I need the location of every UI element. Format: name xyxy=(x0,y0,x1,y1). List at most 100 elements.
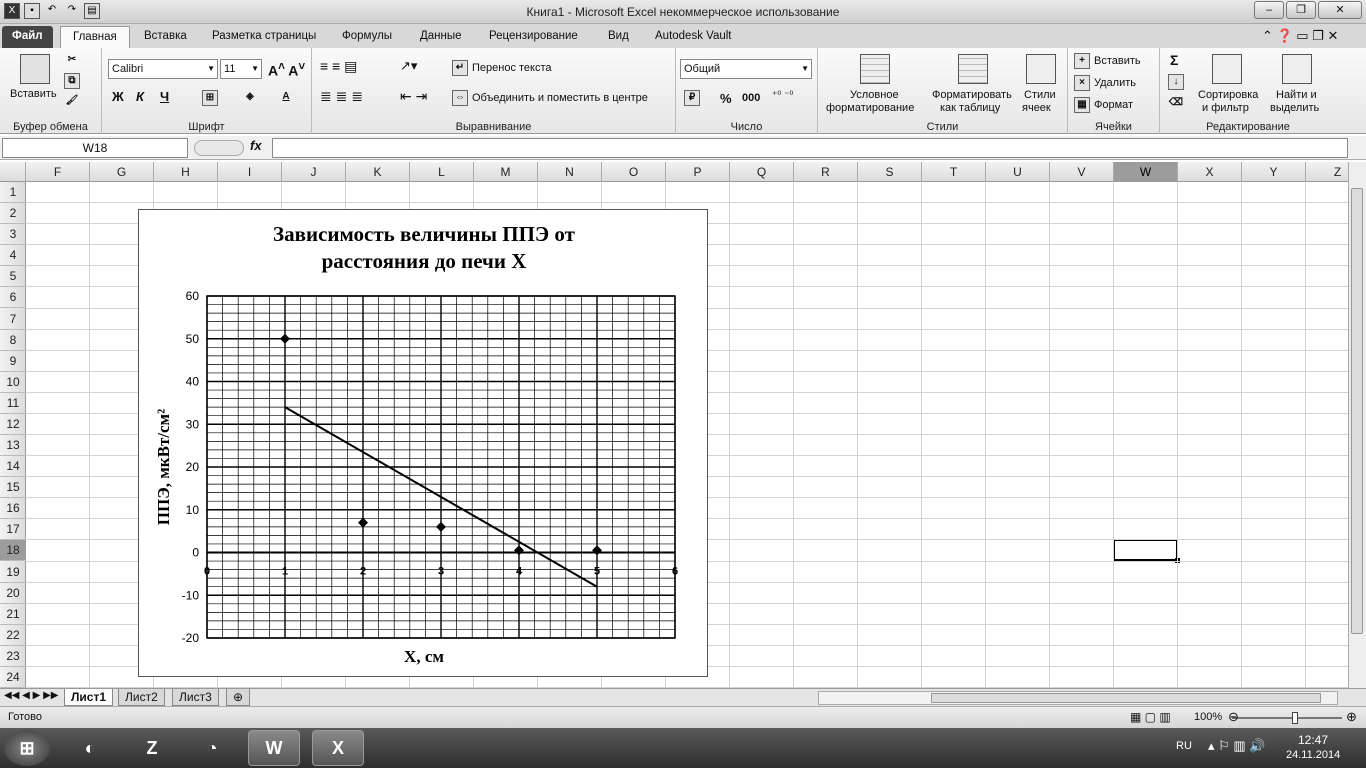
tab-view[interactable]: Вид xyxy=(606,26,631,48)
row-header[interactable]: 21 xyxy=(0,604,26,625)
fill-color-icon[interactable]: ◈ xyxy=(242,90,258,106)
format-cells-button[interactable]: Формат xyxy=(1094,99,1133,111)
underline-button[interactable]: Ч xyxy=(160,89,169,104)
row-header[interactable]: 14 xyxy=(0,456,26,478)
column-header[interactable]: N xyxy=(538,162,602,182)
excel-logo-icon[interactable]: X xyxy=(4,3,20,19)
tab-autodesk-vault[interactable]: Autodesk Vault xyxy=(653,26,734,48)
paste-button[interactable]: Вставить xyxy=(10,88,57,100)
zoom-slider-thumb[interactable] xyxy=(1292,712,1298,724)
insert-cells-button[interactable]: Вставить xyxy=(1094,55,1141,67)
tab-insert[interactable]: Вставка xyxy=(142,26,189,48)
zoom-in-icon[interactable]: ⊕ xyxy=(1346,709,1357,725)
name-box[interactable]: W18 xyxy=(2,138,188,158)
tray-icons[interactable]: ▴ ⚐ ▥ 🔊 xyxy=(1208,738,1265,754)
row-header[interactable]: 15 xyxy=(0,477,26,499)
row-header[interactable]: 13 xyxy=(0,435,26,457)
sort-filter-icon[interactable] xyxy=(1212,54,1242,84)
row-header[interactable]: 10 xyxy=(0,372,26,393)
row-header[interactable]: 12 xyxy=(0,414,26,435)
formula-input[interactable] xyxy=(272,138,1348,158)
chart[interactable]: -20 -10 0 10 20 30 40 50 60 0 1 2 3 4 5 6 Зависимость ве… xyxy=(138,209,708,677)
font-name-select[interactable]: Calibri ▼ xyxy=(108,59,218,79)
conditional-formatting-label-1[interactable]: Условное xyxy=(850,89,899,101)
font-size-select[interactable]: 11 ▼ xyxy=(220,59,262,79)
word-taskbar-icon[interactable]: W xyxy=(248,730,300,766)
start-button-icon[interactable]: ⊞ xyxy=(4,730,50,766)
column-header[interactable]: U xyxy=(986,162,1050,182)
column-header[interactable]: R xyxy=(794,162,858,182)
language-indicator[interactable]: RU xyxy=(1176,740,1192,752)
redo-icon[interactable]: ↷ xyxy=(64,3,80,19)
sort-filter-label-1[interactable]: Сортировка xyxy=(1198,89,1258,101)
row-header[interactable]: 7 xyxy=(0,309,26,330)
wrap-text-button[interactable]: Перенос текста xyxy=(472,62,552,74)
row-header[interactable]: 18 xyxy=(0,540,26,562)
font-color-icon[interactable]: A xyxy=(278,90,294,106)
close-button[interactable]: ✕ xyxy=(1318,1,1362,19)
column-header[interactable]: F xyxy=(26,162,90,182)
find-select-label-2[interactable]: выделить xyxy=(1270,102,1319,114)
column-header[interactable]: L xyxy=(410,162,474,182)
maximize-button[interactable]: ❐ xyxy=(1286,1,1316,19)
row-header[interactable]: 2 xyxy=(0,203,26,225)
row-header[interactable]: 1 xyxy=(0,182,26,204)
zoom-level[interactable]: 100% xyxy=(1194,711,1222,723)
save-icon[interactable]: ▪ xyxy=(24,3,40,19)
cell-styles-label-2[interactable]: ячеек xyxy=(1022,102,1051,114)
column-header[interactable]: T xyxy=(922,162,986,182)
column-header[interactable]: Y xyxy=(1242,162,1306,182)
view-buttons-icon[interactable]: ▦ ▢ ▥ xyxy=(1130,710,1171,724)
format-table-label-1[interactable]: Форматировать xyxy=(932,89,1012,101)
tab-review[interactable]: Рецензирование xyxy=(487,26,580,48)
clock-date[interactable]: 24.11.2014 xyxy=(1286,749,1340,761)
selected-cell[interactable] xyxy=(1113,539,1180,564)
signal-app-icon[interactable]: ◔ xyxy=(186,730,238,766)
currency-icon[interactable]: ₽ xyxy=(684,90,700,106)
borders-icon[interactable]: ⊞ xyxy=(202,90,218,106)
insert-cells-icon[interactable]: + xyxy=(1074,53,1090,69)
vertical-scrollbar[interactable] xyxy=(1348,162,1366,688)
cell-styles-icon[interactable] xyxy=(1026,54,1056,84)
format-table-label-2[interactable]: как таблицу xyxy=(940,102,1000,114)
decimal-icon[interactable]: ⁺⁰ ⁻⁰ xyxy=(772,90,793,101)
cell-styles-label-1[interactable]: Стили xyxy=(1024,89,1056,101)
row-header[interactable]: 6 xyxy=(0,287,26,309)
tab-file[interactable]: Файл xyxy=(2,26,53,48)
format-table-icon[interactable] xyxy=(958,54,988,84)
row-header[interactable]: 11 xyxy=(0,393,26,414)
conditional-formatting-label-2[interactable]: форматирование xyxy=(826,102,914,114)
column-header[interactable]: Q xyxy=(730,162,794,182)
tab-home[interactable]: Главная xyxy=(60,26,130,48)
z-app-icon[interactable]: Z xyxy=(126,730,178,766)
clear-icon[interactable]: ⌫ xyxy=(1168,96,1184,112)
insert-function-button[interactable]: fx xyxy=(250,138,262,153)
copy-icon[interactable]: ⧉ xyxy=(64,73,80,89)
minimize-button[interactable]: – xyxy=(1254,1,1284,19)
row-header[interactable]: 3 xyxy=(0,224,26,246)
help-icon[interactable]: ⌃ ❓ ▭ ❐ ✕ xyxy=(1262,28,1338,44)
thousands-button[interactable]: 000 xyxy=(742,92,760,104)
column-header[interactable]: S xyxy=(858,162,922,182)
conditional-formatting-icon[interactable] xyxy=(860,54,890,84)
align-left-icon[interactable]: ≣ ≣ ≣ xyxy=(320,88,363,105)
indent-icon[interactable]: ⇤ ⇥ xyxy=(400,88,427,105)
column-header[interactable]: M xyxy=(474,162,538,182)
orientation-icon[interactable]: ↗▾ xyxy=(400,58,417,74)
vertical-scroll-thumb[interactable] xyxy=(1351,188,1363,634)
browser-icon[interactable]: ◐ xyxy=(64,730,116,766)
horizontal-scrollbar[interactable] xyxy=(818,691,1338,705)
find-select-icon[interactable] xyxy=(1282,54,1312,84)
format-cells-icon[interactable]: ▦ xyxy=(1074,97,1090,113)
column-header[interactable]: P xyxy=(666,162,730,182)
fill-icon[interactable]: ↓ xyxy=(1168,74,1184,90)
new-sheet-icon[interactable]: ⊕ xyxy=(226,689,251,706)
autosum-button[interactable]: Σ xyxy=(1170,52,1178,68)
align-top-icon[interactable]: ≡ ≡ ▤ xyxy=(320,58,357,75)
formula-divider-handle[interactable] xyxy=(194,140,244,156)
row-header[interactable]: 5 xyxy=(0,266,26,288)
find-select-label-1[interactable]: Найти и xyxy=(1276,89,1317,101)
bold-button[interactable]: Ж xyxy=(112,89,124,104)
sheet-nav-icon[interactable]: ◀◀ ◀ ▶ ▶▶ xyxy=(4,690,58,701)
column-header[interactable]: V xyxy=(1050,162,1114,182)
